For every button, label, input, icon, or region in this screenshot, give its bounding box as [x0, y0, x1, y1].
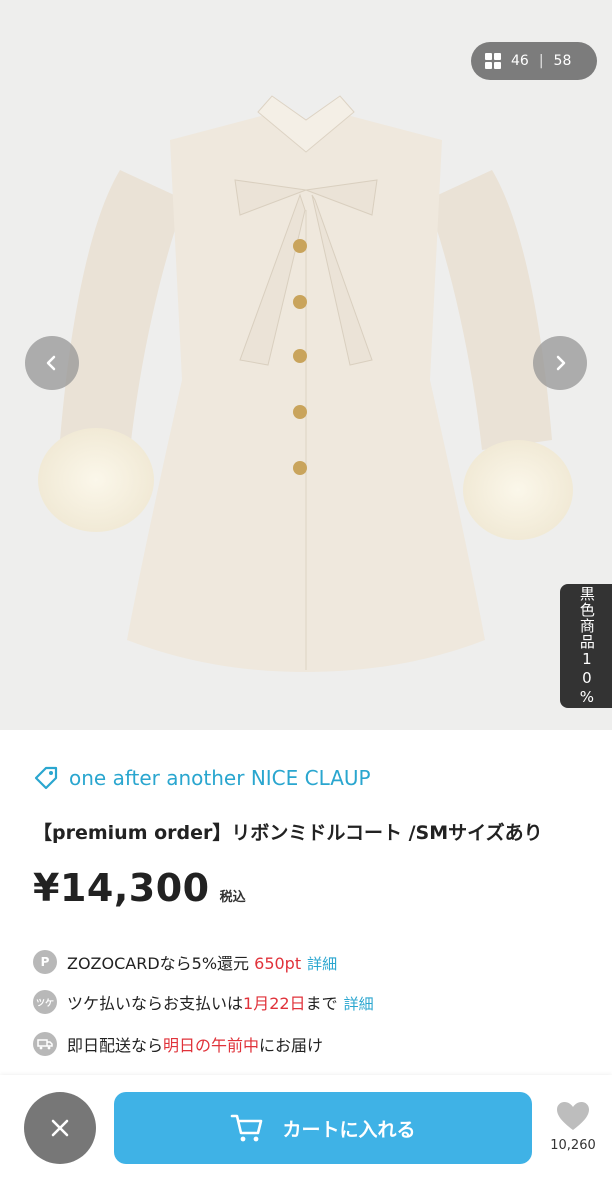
cart-icon [231, 1114, 263, 1142]
grid-icon [485, 53, 501, 69]
tax-label: 税込 [219, 890, 246, 905]
points-info-row: P ZOZOCARDなら5%還元 650pt 詳細 [33, 950, 337, 974]
product-price: ¥14,300 税込 [33, 866, 246, 910]
truck-icon [33, 1032, 57, 1056]
counter-separator: | [538, 53, 544, 69]
tsuke-icon: ツケ [33, 990, 57, 1014]
close-button[interactable] [24, 1092, 96, 1164]
deferred-text: ツケ払いならお支払いは [67, 994, 244, 1013]
points-detail-link[interactable]: 詳細 [307, 955, 337, 973]
close-icon [51, 1119, 69, 1137]
chevron-right-icon [556, 355, 566, 371]
heart-icon [557, 1102, 589, 1130]
deferred-suffix: まで [305, 994, 338, 1013]
delivery-text: 即日配送なら [67, 1036, 164, 1055]
product-image-gallery[interactable]: 46 | 58 黒色商品10% [0, 0, 612, 730]
brand-link[interactable]: one after another NICE CLAUP [33, 765, 371, 791]
brand-name: one after another NICE CLAUP [69, 766, 371, 790]
delivery-info-row: 即日配送なら明日の午前中にお届け [33, 1032, 323, 1056]
add-to-cart-button[interactable]: カートに入れる [114, 1092, 532, 1164]
deferred-date: 1月22日 [243, 994, 306, 1013]
tag-icon [34, 766, 58, 790]
image-index: 46 [511, 53, 529, 69]
image-total: 58 [553, 53, 572, 69]
favorite-button[interactable]: 10,260 [542, 1100, 604, 1153]
deferred-detail-link[interactable]: 詳細 [344, 995, 374, 1013]
product-image [38, 95, 573, 672]
points-amount: 650pt [254, 954, 302, 973]
promo-tab-label: 黒色商品10% [577, 585, 596, 707]
image-counter[interactable]: 46 | 58 [471, 42, 597, 80]
chevron-left-icon [46, 355, 56, 371]
deferred-payment-row: ツケ ツケ払いならお支払いは1月22日まで 詳細 [33, 990, 374, 1014]
previous-image-button[interactable] [25, 336, 79, 390]
next-image-button[interactable] [533, 336, 587, 390]
cart-label: カートに入れる [282, 1118, 416, 1141]
points-icon: P [33, 950, 57, 974]
points-text: ZOZOCARDなら5%還元 [67, 954, 255, 973]
price-amount: ¥14,300 [33, 866, 210, 910]
favorite-count: 10,260 [550, 1138, 596, 1153]
product-title: 【premium order】リボンミドルコート /SMサイズあり [33, 822, 543, 844]
delivery-suffix: にお届け [259, 1036, 324, 1055]
promo-tab[interactable]: 黒色商品10% [560, 584, 612, 708]
delivery-time: 明日の午前中 [163, 1036, 260, 1055]
